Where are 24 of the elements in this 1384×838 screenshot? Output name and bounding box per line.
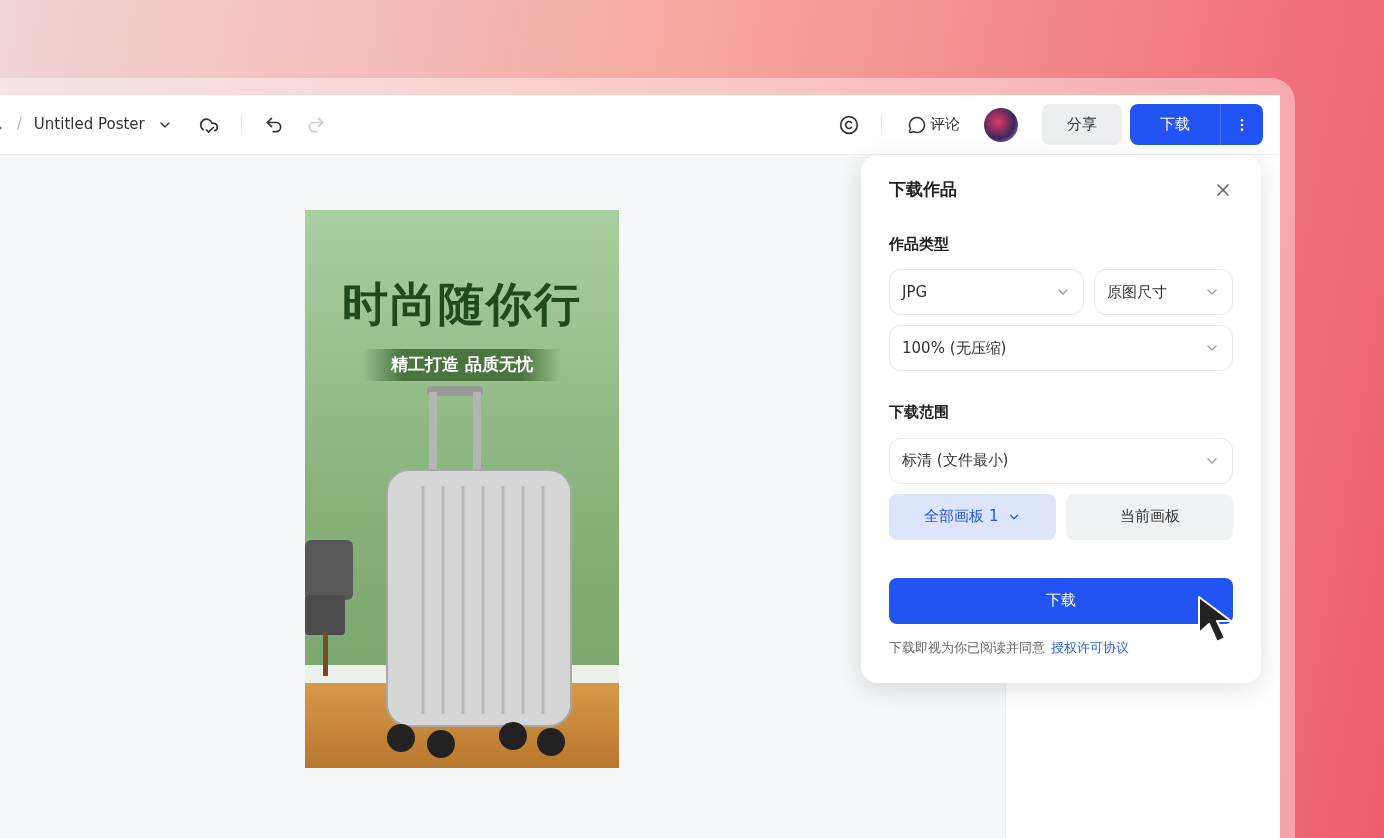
dropdown-select[interactable]: 标清 (文件最小)	[889, 437, 1233, 484]
poster-headline: 时尚随你行	[342, 276, 582, 333]
agreement-text: 下载即视为你已阅读并同意	[889, 638, 1045, 657]
copyright-icon[interactable]	[839, 114, 859, 135]
comment-button[interactable]: 评论	[908, 113, 960, 136]
section-label: 下载范围	[889, 402, 950, 423]
popover-title: 下载作品	[889, 178, 957, 201]
section-label: 作品类型	[889, 233, 950, 255]
dropdown-select[interactable]: 100% (无压缩)	[889, 325, 1233, 371]
breadcrumb-separator: /	[16, 114, 22, 136]
breadcrumb-fragment[interactable]: .	[0, 113, 3, 136]
poster-subtitle: 精工打造 品质无忧	[363, 349, 561, 381]
share-button[interactable]: 分享	[1042, 104, 1122, 145]
dropdown-select[interactable]: JPG	[889, 269, 1084, 315]
range-option[interactable]: 当前画板	[1066, 493, 1233, 540]
download-button[interactable]: 下载	[1130, 104, 1220, 145]
undo-icon[interactable]	[263, 114, 284, 135]
speech-bubble-icon	[908, 115, 926, 134]
download-button[interactable]: 下载	[889, 577, 1233, 624]
agreement-link[interactable]: 授权许可协议	[1051, 637, 1129, 657]
dropdown-select[interactable]: 原图尺寸	[1094, 269, 1233, 315]
avatar[interactable]	[984, 107, 1018, 142]
document-title[interactable]: Untitled Poster	[33, 113, 173, 136]
range-option[interactable]: 全部画板 1	[889, 493, 1056, 540]
